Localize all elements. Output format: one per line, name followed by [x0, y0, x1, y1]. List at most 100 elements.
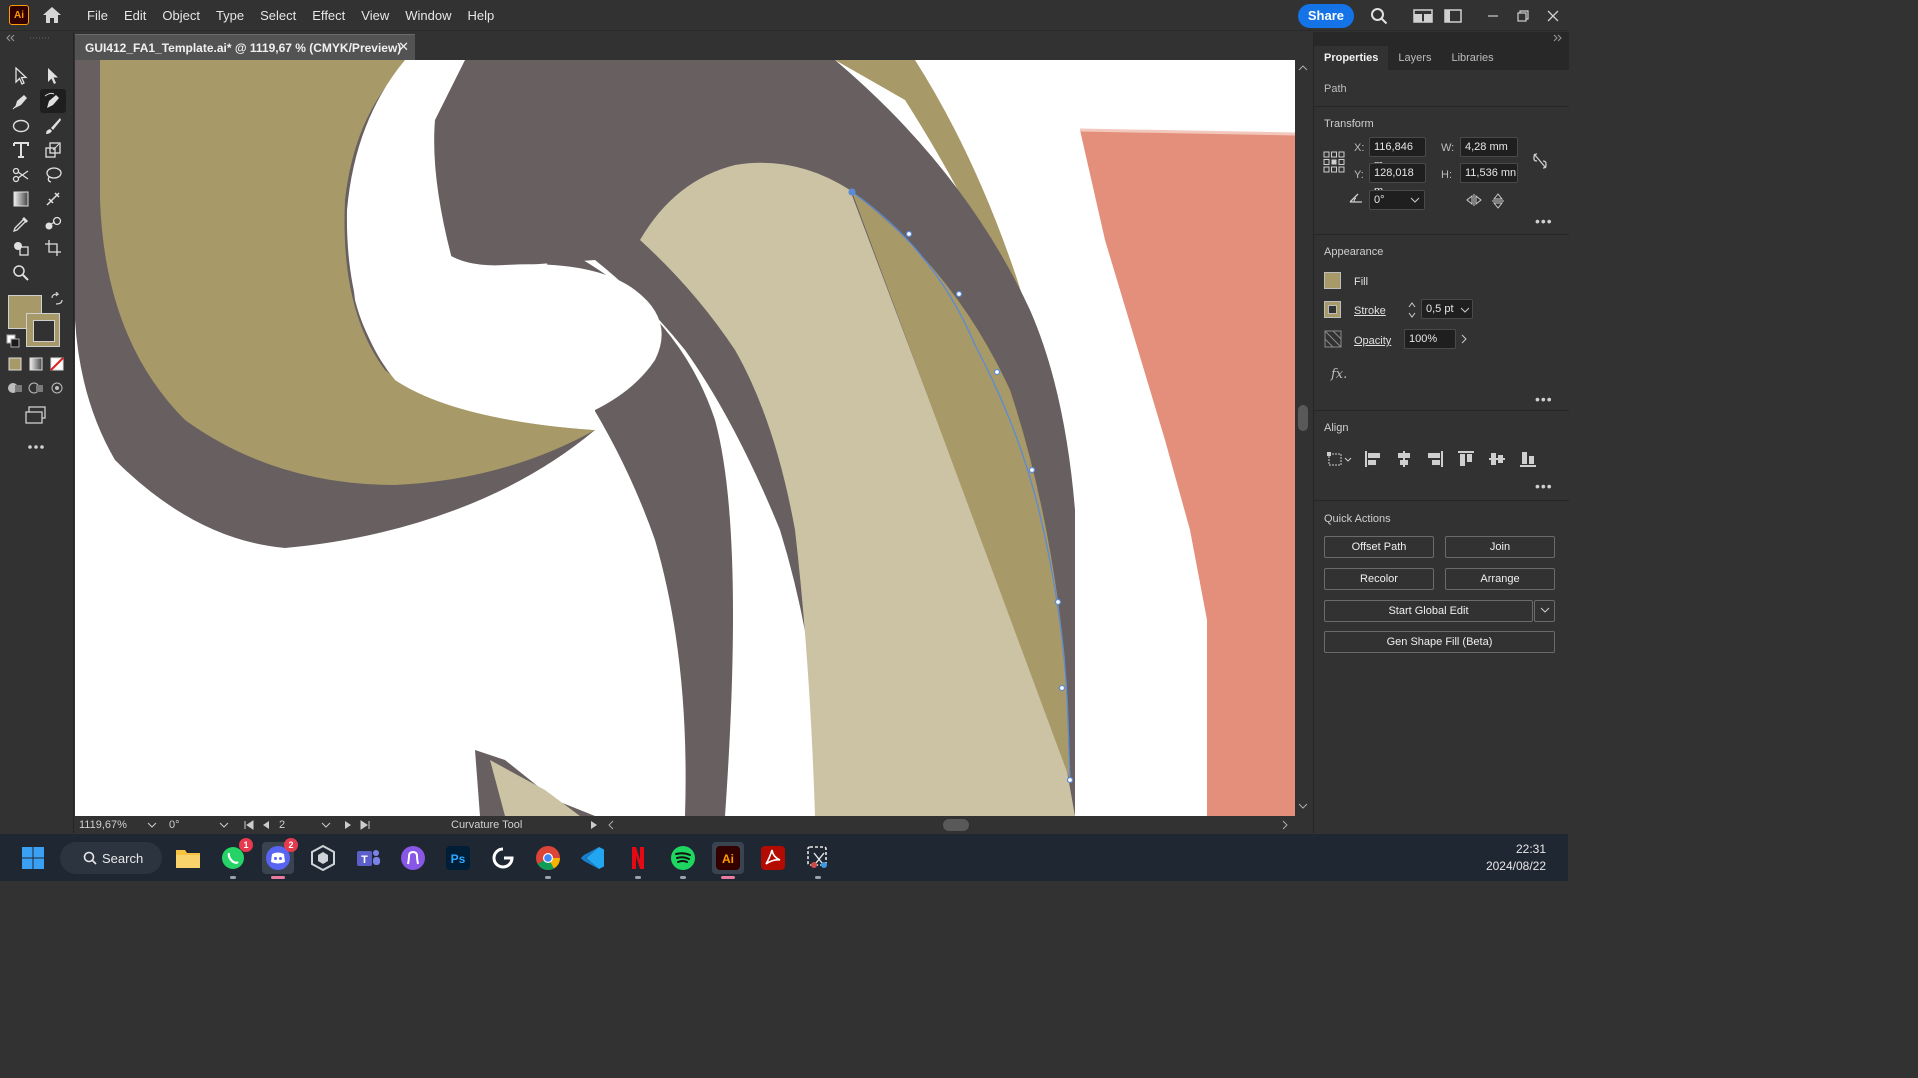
draw-behind-icon[interactable]: [25, 376, 47, 400]
menu-window[interactable]: Window: [397, 0, 459, 31]
rotate-dropdown-icon[interactable]: [1410, 196, 1420, 204]
none-mode-icon[interactable]: [46, 352, 68, 376]
screen-mode-icon[interactable]: [23, 403, 49, 427]
align-left-icon[interactable]: [1364, 450, 1382, 468]
artboard-canvas[interactable]: [75, 60, 1295, 816]
illustrator-taskbar-icon[interactable]: Ai: [712, 842, 744, 879]
tab-libraries[interactable]: Libraries: [1441, 46, 1503, 70]
x-position-field[interactable]: 116,846 m: [1369, 137, 1426, 171]
artboard-number-field[interactable]: 2: [275, 816, 321, 834]
first-artboard-icon[interactable]: [243, 820, 255, 830]
panel-collapse-icon[interactable]: [4, 34, 70, 42]
selection-tool-icon[interactable]: [8, 64, 34, 88]
menu-view[interactable]: View: [353, 0, 397, 31]
stroke-swatch[interactable]: [1324, 301, 1341, 318]
align-more-options-icon[interactable]: •••: [1535, 478, 1553, 494]
align-top-icon[interactable]: [1457, 450, 1475, 468]
last-artboard-icon[interactable]: [359, 820, 371, 830]
menu-help[interactable]: Help: [459, 0, 502, 31]
vertical-scroll-thumb[interactable]: [1298, 405, 1308, 431]
stroke-label[interactable]: Stroke: [1354, 305, 1386, 317]
scroll-up-icon[interactable]: [1298, 64, 1308, 72]
ellipse-tool-icon[interactable]: [8, 114, 34, 138]
zoom-tool-icon[interactable]: [8, 261, 34, 285]
align-right-icon[interactable]: [1426, 450, 1444, 468]
paintbrush-tool-icon[interactable]: [40, 114, 66, 138]
start-global-edit-button[interactable]: Start Global Edit: [1324, 600, 1533, 622]
arrange-documents-icon[interactable]: [1438, 0, 1468, 31]
transform-more-options-icon[interactable]: •••: [1535, 213, 1553, 229]
photoshop-icon[interactable]: Ps: [442, 842, 474, 874]
opacity-more-icon[interactable]: [1460, 334, 1468, 344]
eyedropper-tool-icon[interactable]: [8, 212, 34, 236]
close-document-icon[interactable]: ✕: [398, 39, 409, 55]
reference-point-icon[interactable]: [1323, 151, 1345, 173]
width-field[interactable]: 4,28 mm: [1460, 137, 1518, 157]
logitech-ghub-icon[interactable]: [487, 842, 519, 874]
close-window-icon[interactable]: [1538, 0, 1568, 31]
system-clock[interactable]: 22:31 2024/08/22: [1486, 841, 1546, 875]
mesh-tool-icon[interactable]: [40, 187, 66, 211]
workspace-switcher-icon[interactable]: [1408, 0, 1438, 31]
whatsapp-icon[interactable]: 1: [217, 838, 253, 879]
lasso-tool-icon[interactable]: [40, 163, 66, 187]
stroke-color-swatch[interactable]: [26, 313, 60, 347]
flip-vertical-icon[interactable]: [1491, 193, 1505, 209]
shape-builder-tool-icon[interactable]: [8, 236, 34, 260]
blend-tool-icon[interactable]: [40, 212, 66, 236]
scissors-tool-icon[interactable]: [8, 163, 34, 187]
draw-normal-icon[interactable]: [4, 376, 26, 400]
tab-properties[interactable]: Properties: [1314, 46, 1389, 70]
opacity-field[interactable]: 100%: [1404, 329, 1456, 349]
teams-icon[interactable]: T: [352, 842, 384, 874]
artboard-dropdown-icon[interactable]: [321, 821, 331, 829]
align-horizontal-center-icon[interactable]: [1395, 450, 1413, 468]
unity-hub-icon[interactable]: [307, 842, 339, 874]
github-desktop-icon[interactable]: [397, 842, 429, 874]
tab-layers[interactable]: Layers: [1388, 46, 1441, 70]
share-button[interactable]: Share: [1297, 3, 1354, 28]
align-bottom-icon[interactable]: [1519, 450, 1537, 468]
restore-icon[interactable]: [1508, 0, 1538, 31]
minimize-icon[interactable]: [1478, 0, 1508, 31]
swap-colors-icon[interactable]: [50, 292, 64, 306]
stroke-weight-dropdown-icon[interactable]: [1460, 306, 1470, 314]
menu-file[interactable]: File: [79, 0, 116, 31]
vscode-icon[interactable]: [577, 842, 609, 874]
next-artboard-icon[interactable]: [343, 820, 353, 830]
spotify-icon[interactable]: [667, 842, 699, 879]
height-field[interactable]: 11,536 mn: [1460, 163, 1518, 183]
windows-start-icon[interactable]: [17, 842, 49, 874]
snipping-tool-icon[interactable]: [802, 842, 834, 879]
menu-edit[interactable]: Edit: [116, 0, 154, 31]
zoom-dropdown-icon[interactable]: [147, 821, 157, 829]
direct-selection-tool-icon[interactable]: [40, 64, 66, 88]
document-tab[interactable]: GUI412_FA1_Template.ai* @ 1119,67 % (CMY…: [75, 34, 415, 60]
edit-toolbar-more-icon[interactable]: [23, 435, 49, 459]
rotation-field[interactable]: 0°: [165, 816, 219, 834]
home-icon[interactable]: [41, 4, 63, 26]
constrain-proportions-icon[interactable]: [1532, 152, 1548, 170]
horizontal-scroll-thumb[interactable]: [943, 819, 969, 831]
appearance-more-options-icon[interactable]: •••: [1535, 391, 1553, 407]
stroke-weight-stepper-icon[interactable]: [1407, 300, 1417, 320]
draw-inside-icon[interactable]: [46, 376, 68, 400]
search-icon[interactable]: [1364, 0, 1394, 31]
recolor-button[interactable]: Recolor: [1324, 568, 1434, 590]
acrobat-icon[interactable]: [757, 842, 789, 874]
taskbar-search[interactable]: Search: [60, 842, 162, 874]
join-button[interactable]: Join: [1445, 536, 1555, 558]
opacity-label[interactable]: Opacity: [1354, 335, 1391, 347]
scale-tool-icon[interactable]: [40, 138, 66, 162]
pen-tool-icon[interactable]: [8, 89, 34, 113]
previous-artboard-icon[interactable]: [261, 820, 271, 830]
y-position-field[interactable]: 128,018 m: [1369, 163, 1426, 197]
align-vertical-center-icon[interactable]: [1488, 450, 1506, 468]
flip-horizontal-icon[interactable]: [1466, 193, 1482, 207]
menu-select[interactable]: Select: [252, 0, 304, 31]
scroll-down-icon[interactable]: [1298, 802, 1308, 810]
rotation-dropdown-icon[interactable]: [219, 821, 229, 829]
type-tool-icon[interactable]: [8, 138, 34, 162]
vertical-scrollbar[interactable]: [1295, 60, 1311, 816]
arrange-button[interactable]: Arrange: [1445, 568, 1555, 590]
